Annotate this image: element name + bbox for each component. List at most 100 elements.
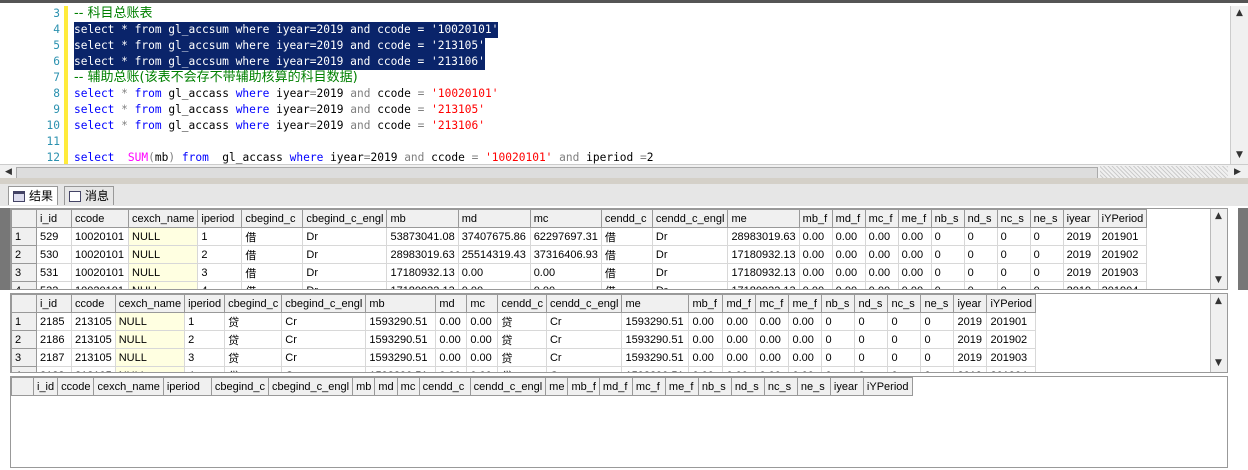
- table-cell[interactable]: 1593290.51: [621, 366, 690, 372]
- column-header[interactable]: me_f: [788, 294, 823, 313]
- table-cell[interactable]: 2: [184, 330, 226, 349]
- column-header[interactable]: ne_s: [920, 294, 955, 313]
- table-cell[interactable]: 0: [963, 245, 998, 264]
- table-cell[interactable]: 0.00: [435, 312, 468, 331]
- code-line[interactable]: 11: [0, 134, 1230, 150]
- table-cell[interactable]: 62297697.31: [529, 227, 602, 246]
- table-cell[interactable]: 0.00: [435, 348, 468, 367]
- table-cell[interactable]: 0: [887, 330, 922, 349]
- scroll-up-icon[interactable]: ▲: [1232, 6, 1247, 21]
- table-cell[interactable]: 0.00: [722, 366, 757, 372]
- table-cell[interactable]: 0: [1029, 245, 1064, 264]
- table-cell[interactable]: NULL: [114, 348, 186, 367]
- table-cell[interactable]: 17180932.13: [386, 281, 459, 289]
- column-header[interactable]: iyear: [1062, 209, 1099, 228]
- table-cell[interactable]: 贷: [224, 366, 283, 372]
- column-header[interactable]: nb_s: [821, 294, 856, 313]
- column-header[interactable]: nd_s: [854, 294, 889, 313]
- table-cell[interactable]: 0: [963, 263, 998, 282]
- column-header[interactable]: mb: [352, 377, 376, 396]
- table-cell[interactable]: 0: [963, 281, 998, 289]
- table-cell[interactable]: 0: [963, 227, 998, 246]
- table-cell[interactable]: 0.00: [788, 348, 823, 367]
- table-cell[interactable]: 2019: [953, 366, 988, 372]
- table-cell[interactable]: Dr: [651, 227, 729, 246]
- column-header[interactable]: iperiod: [162, 377, 212, 396]
- table-cell[interactable]: 1593290.51: [365, 312, 437, 331]
- table-cell[interactable]: 201904: [1097, 281, 1148, 289]
- column-header[interactable]: iperiod: [184, 294, 226, 313]
- table-cell[interactable]: 53873041.08: [386, 227, 459, 246]
- row-header[interactable]: 3: [11, 263, 37, 282]
- table-cell[interactable]: 0: [1029, 263, 1064, 282]
- column-header[interactable]: nc_s: [887, 294, 922, 313]
- table-cell[interactable]: 1593290.51: [365, 348, 437, 367]
- column-header[interactable]: ccode: [71, 209, 129, 228]
- table-row[interactable]: 453210020101NULL4借Dr17180932.130.000.00借…: [11, 281, 1148, 289]
- table-cell[interactable]: 201901: [986, 312, 1037, 331]
- scroll-down-icon[interactable]: ▼: [1232, 148, 1247, 163]
- table-cell[interactable]: 2019: [953, 330, 988, 349]
- table-cell[interactable]: 2187: [36, 348, 72, 367]
- table-cell[interactable]: 0.00: [831, 263, 866, 282]
- table-cell[interactable]: 2019: [1062, 245, 1099, 264]
- table-row[interactable]: 3 531 10020101 NULL 3 借 Dr 17180932.13 0.00 0.00 借…: [11, 263, 1148, 282]
- table-cell[interactable]: 0.00: [755, 312, 790, 331]
- column-header[interactable]: md_f: [598, 377, 633, 396]
- table-cell[interactable]: 借: [600, 263, 653, 282]
- table-cell[interactable]: Cr: [281, 366, 367, 372]
- table-cell[interactable]: 0.00: [864, 227, 899, 246]
- table-cell[interactable]: 3: [197, 263, 243, 282]
- table-cell[interactable]: 0: [887, 312, 922, 331]
- table-cell[interactable]: 201903: [986, 348, 1037, 367]
- table-row[interactable]: 1 529 10020101 NULL 1 借 Dr 53873041.08 37407675.…: [11, 227, 1148, 246]
- table-cell[interactable]: 借: [600, 281, 653, 289]
- column-header[interactable]: me: [621, 294, 690, 313]
- row-header[interactable]: 1: [11, 227, 37, 246]
- table-cell[interactable]: Cr: [545, 312, 623, 331]
- table-cell[interactable]: 0: [930, 245, 965, 264]
- table-cell[interactable]: 0.00: [831, 227, 866, 246]
- table-cell[interactable]: 借: [241, 227, 304, 246]
- table-cell[interactable]: 0.00: [722, 348, 757, 367]
- row-header[interactable]: 1: [11, 312, 37, 331]
- table-cell[interactable]: 贷: [497, 348, 547, 367]
- table-cell[interactable]: Dr: [302, 227, 388, 246]
- grid1-scrollbar[interactable]: ▲ ▼: [1210, 209, 1227, 289]
- table-cell[interactable]: Cr: [545, 348, 623, 367]
- table-row[interactable]: 2 530 10020101 NULL 2 借 Dr 28983019.63 25514319.…: [11, 245, 1148, 264]
- table-cell[interactable]: 0.00: [897, 245, 932, 264]
- column-header[interactable]: mc: [396, 377, 420, 396]
- table-cell[interactable]: 0: [996, 245, 1031, 264]
- table-cell[interactable]: 0: [887, 348, 922, 367]
- table-cell[interactable]: 贷: [224, 312, 283, 331]
- column-header[interactable]: mc_f: [864, 209, 899, 228]
- column-header[interactable]: cendd_c: [497, 294, 547, 313]
- table-cell[interactable]: 0.00: [466, 330, 499, 349]
- table-cell[interactable]: 28983019.63: [727, 227, 800, 246]
- table-cell[interactable]: 0.00: [457, 263, 531, 282]
- column-header[interactable]: nb_s: [930, 209, 965, 228]
- column-header[interactable]: nc_s: [996, 209, 1031, 228]
- column-header[interactable]: md: [457, 209, 531, 228]
- table-cell[interactable]: 0.00: [688, 312, 724, 331]
- scroll-down-icon[interactable]: ▼: [1211, 273, 1226, 288]
- column-header[interactable]: mb: [386, 209, 459, 228]
- table-cell[interactable]: 0: [930, 227, 965, 246]
- table-cell[interactable]: 0: [930, 281, 965, 289]
- column-header[interactable]: cendd_c_engl: [545, 294, 623, 313]
- table-cell[interactable]: Dr: [651, 245, 729, 264]
- table-cell[interactable]: 17180932.13: [727, 263, 800, 282]
- row-header[interactable]: 4: [11, 366, 37, 372]
- tab-messages[interactable]: 消息: [64, 186, 115, 205]
- column-header[interactable]: me: [545, 377, 569, 396]
- code-line[interactable]: 3 -- 科目总账表: [0, 6, 1230, 22]
- code-line[interactable]: 8 select * from gl_accass where iyear=201…: [0, 86, 1230, 102]
- table-cell[interactable]: 0: [920, 348, 955, 367]
- table-cell[interactable]: Dr: [651, 263, 729, 282]
- table-cell[interactable]: Cr: [545, 330, 623, 349]
- table-cell[interactable]: 0.00: [688, 348, 724, 367]
- table-cell[interactable]: 0.00: [466, 312, 499, 331]
- table-row[interactable]: 1 2185 213105 NULL 1 贷 Cr 1593290.51 0.00 0.00 贷 Cr…: [11, 312, 1037, 331]
- table-cell[interactable]: 2019: [953, 312, 988, 331]
